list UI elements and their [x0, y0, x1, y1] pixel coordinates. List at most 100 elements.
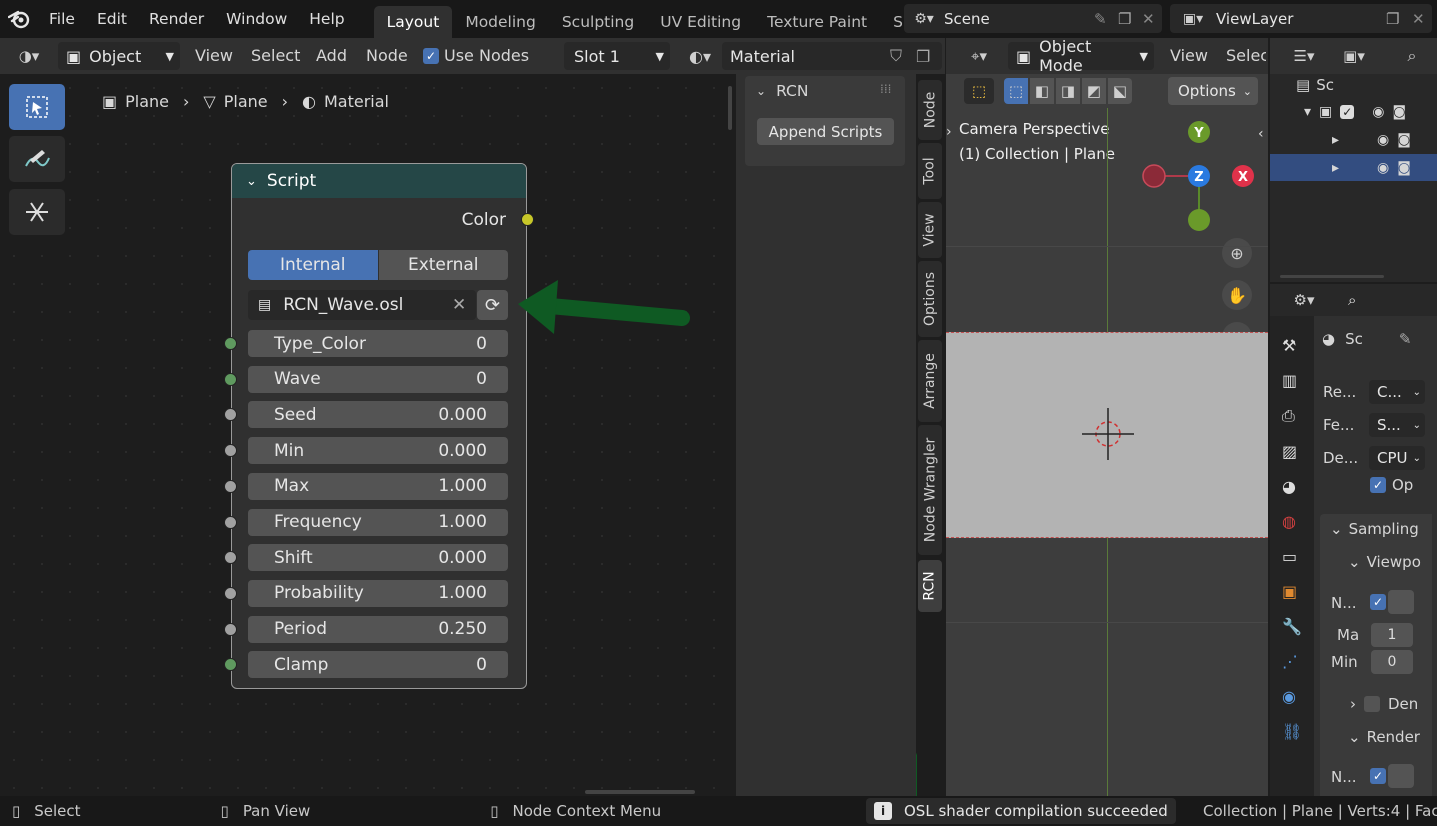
material-field[interactable]: Material ⛉ ❐ — [722, 42, 942, 70]
editor-type-icon[interactable]: ◑▾ — [8, 42, 50, 70]
render-subpanel-header[interactable]: ⌄ Render — [1348, 728, 1420, 746]
viewport-expand-chevron-icon[interactable]: › — [946, 124, 952, 140]
view-layer-tab-icon[interactable]: ▨ — [1282, 442, 1302, 461]
input-socket[interactable] — [224, 408, 237, 422]
menu-window[interactable]: Window — [215, 0, 298, 38]
output-color-socket[interactable] — [521, 213, 534, 226]
sampling-panel-header[interactable]: ⌄ Sampling — [1330, 520, 1419, 538]
select-intersect-icon[interactable]: ⬕ — [1108, 78, 1132, 104]
tab-modeling[interactable]: Modeling — [452, 6, 549, 38]
node-input-type-color[interactable]: Type_Color 0 — [248, 330, 508, 357]
side-tab-arrange[interactable]: Arrange — [918, 340, 942, 422]
pin-icon[interactable]: ✎ — [1399, 330, 1412, 348]
use-nodes-checkbox[interactable]: ✓ — [423, 48, 439, 64]
collection-checkbox[interactable]: ✓ — [1340, 105, 1355, 119]
delete-view-layer-icon[interactable]: ✕ — [1412, 10, 1432, 28]
clear-icon[interactable]: ✕ — [452, 295, 476, 315]
rcn-panel-header[interactable]: ⌄ RCN — [756, 82, 808, 100]
input-socket[interactable] — [224, 515, 237, 529]
object-mode-dropdown-viewport[interactable]: ▣ Object Mode ▼ — [1008, 37, 1154, 75]
denoise-subpanel-header[interactable]: › Den — [1350, 695, 1418, 713]
outliner-editor-type-icon[interactable]: ☰▾ — [1282, 42, 1326, 70]
outliner-scrollbar[interactable] — [1280, 275, 1384, 278]
menu-file[interactable]: File — [38, 0, 86, 38]
blender-logo-icon[interactable] — [0, 0, 38, 38]
render-camera-icon[interactable]: ◙ — [1397, 132, 1411, 148]
side-tab-node[interactable]: Node — [918, 80, 942, 140]
node-header-menu-select[interactable]: Select — [251, 46, 300, 65]
side-tab-node-wrangler[interactable]: Node Wrangler — [918, 425, 942, 555]
max-samples-field[interactable]: 1 — [1371, 623, 1413, 647]
input-socket[interactable] — [224, 586, 237, 600]
node-editor-vertical-scrollbar[interactable] — [728, 86, 732, 130]
viewport-options-dropdown[interactable]: Options ⌄ — [1168, 77, 1258, 105]
render-setting-dropdown[interactable]: CPU ⌄ — [1369, 446, 1425, 470]
node-input-shift[interactable]: Shift 0.000 — [248, 544, 508, 572]
cut-links-tool-button[interactable] — [9, 189, 65, 235]
menu-render[interactable]: Render — [138, 0, 215, 38]
fake-user-icon[interactable]: ⛉ — [890, 46, 916, 66]
outliner-plane-row[interactable]: ▸ ◉ ◙ — [1332, 160, 1411, 176]
input-socket[interactable] — [224, 551, 237, 565]
modifier-tab-icon[interactable]: 🔧 — [1282, 617, 1302, 636]
tool-tab-icon[interactable]: ⚒ — [1282, 336, 1302, 355]
mode-internal-button[interactable]: Internal — [248, 250, 378, 280]
scene-selector[interactable]: ⚙▾ Scene ✎ ❐ ✕ — [904, 4, 1162, 33]
node-input-frequency[interactable]: Frequency 1.000 — [248, 508, 508, 536]
pan-hand-icon[interactable]: ✋ — [1222, 280, 1252, 310]
input-socket[interactable] — [224, 444, 237, 458]
tab-texture-paint[interactable]: Texture Paint — [754, 6, 880, 38]
collapse-chevron-icon[interactable]: ⌄ — [246, 174, 257, 189]
annotate-tool-button[interactable] — [9, 136, 65, 182]
constraints-tab-icon[interactable]: ⛓ — [1282, 722, 1302, 741]
zoom-icon[interactable]: ⊕ — [1222, 238, 1252, 268]
node-input-clamp[interactable]: Clamp 0 — [248, 651, 508, 679]
expand-chevron-icon[interactable]: ▾ — [1304, 104, 1311, 120]
visibility-eye-icon[interactable]: ◉ — [1372, 104, 1384, 120]
side-tab-options[interactable]: Options — [918, 261, 942, 337]
world-tab-icon[interactable]: ◍ — [1282, 512, 1302, 531]
view-layer-selector[interactable]: ▣▾ ViewLayer ❐ ✕ — [1170, 4, 1432, 33]
tab-uv-editing[interactable]: UV Editing — [647, 6, 754, 38]
append-scripts-button[interactable]: Append Scripts — [757, 118, 894, 145]
object-tab-icon[interactable]: ▣ — [1282, 582, 1302, 601]
properties-search-field[interactable]: ⌕ — [1342, 287, 1437, 313]
pin-icon[interactable]: ✎ — [1094, 10, 1118, 28]
object-mode-dropdown[interactable]: ▣ Object ▼ — [58, 42, 180, 70]
tab-sculpting[interactable]: Sculpting — [549, 6, 647, 38]
scene-tab-icon[interactable]: ◕ — [1282, 477, 1302, 496]
select-subtract-icon[interactable]: ◨ — [1056, 78, 1080, 104]
noise-threshold-checkbox[interactable]: ✓ — [1370, 594, 1386, 610]
material-browse-icon[interactable]: ◐▾ — [680, 42, 720, 70]
outliner-camera-row[interactable]: ▸ ◉ ◙ — [1332, 132, 1411, 148]
new-view-layer-icon[interactable]: ❐ — [1386, 10, 1412, 28]
visibility-eye-icon[interactable]: ◉ — [1377, 160, 1389, 176]
open-shading-language-checkbox[interactable]: ✓ — [1370, 477, 1386, 493]
status-message[interactable]: i OSL shader compilation succeeded — [866, 798, 1176, 824]
collection-tab-icon[interactable]: ▭ — [1282, 547, 1302, 566]
navigation-gizmo[interactable]: Y Z X — [1140, 115, 1260, 235]
expand-chevron-icon[interactable]: ▸ — [1332, 160, 1339, 176]
input-socket[interactable] — [224, 622, 237, 636]
denoise-checkbox[interactable] — [1364, 696, 1380, 712]
render-setting-dropdown[interactable]: S... ⌄ — [1369, 413, 1425, 437]
select-new-icon[interactable]: ⬚ — [1004, 78, 1028, 104]
delete-scene-icon[interactable]: ✕ — [1142, 10, 1162, 28]
particles-tab-icon[interactable]: ⋰ — [1282, 652, 1302, 671]
drag-handle-icon[interactable]: ⁞⁞⁞ — [880, 82, 891, 96]
script-file-field[interactable]: ▤ RCN_Wave.osl ✕ — [248, 290, 476, 320]
render-tab-icon[interactable]: ▥ — [1282, 371, 1302, 390]
menu-help[interactable]: Help — [298, 0, 355, 38]
node-input-wave[interactable]: Wave 0 — [248, 365, 508, 393]
outliner-collection-row[interactable]: ▾ ▣ ✓ ◉ ◙ — [1304, 104, 1406, 120]
render-noise-threshold-checkbox[interactable]: ✓ — [1370, 768, 1386, 784]
outliner-scene-row[interactable]: ▤ Sc — [1296, 76, 1334, 94]
input-socket[interactable] — [224, 479, 237, 493]
side-tab-view[interactable]: View — [918, 202, 942, 258]
node-input-min[interactable]: Min 0.000 — [248, 437, 508, 465]
tab-layout[interactable]: Layout — [373, 6, 453, 38]
properties-editor-type-icon[interactable]: ⚙▾ — [1282, 286, 1326, 314]
render-setting-dropdown[interactable]: C... ⌄ — [1369, 380, 1425, 404]
select-tool-button[interactable] — [9, 84, 65, 130]
visibility-eye-icon[interactable]: ◉ — [1377, 132, 1389, 148]
